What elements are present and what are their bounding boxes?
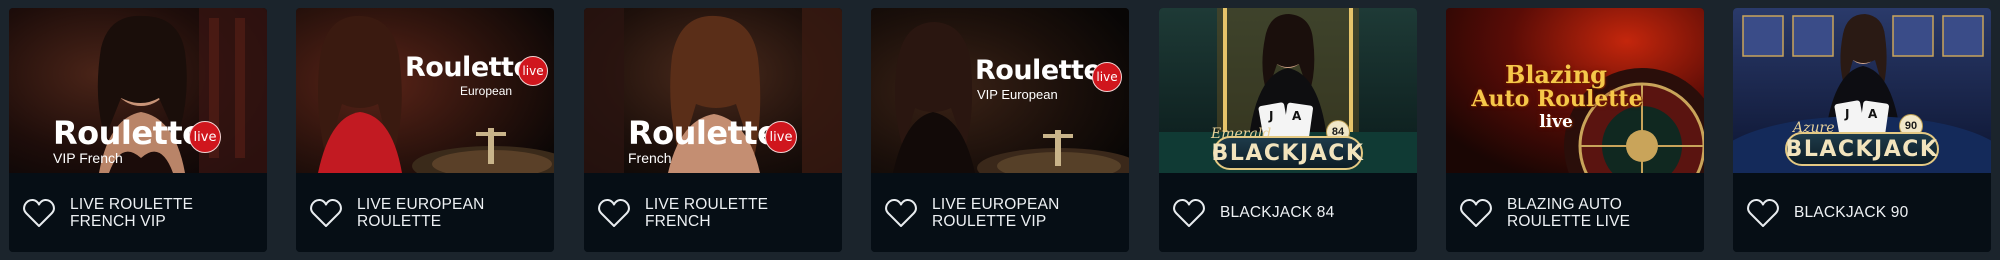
blackjack-logo-title: BLACKJACK [1785, 132, 1939, 166]
heart-outline-icon [885, 198, 917, 227]
card-footer: BLACKJACK 90 [1733, 173, 1991, 252]
favorite-button[interactable] [1172, 197, 1206, 229]
roulette-logo-title: Roulette [405, 52, 532, 83]
game-title[interactable]: LIVE ROULETTE FRENCH [645, 173, 833, 252]
game-title[interactable]: LIVE ROULETTE FRENCH VIP [70, 173, 258, 252]
card-footer: BLAZING AUTO ROULETTE LIVE [1446, 173, 1704, 252]
game-thumbnail[interactable]: Roulette live European [296, 8, 554, 173]
roulette-logo-title: Roulette [975, 55, 1102, 86]
live-badge: live [1092, 62, 1122, 92]
blackjack-logo-title: BLACKJACK [1212, 136, 1363, 170]
favorite-button[interactable] [22, 197, 56, 229]
heart-outline-icon [1747, 198, 1779, 227]
card-footer: LIVE ROULETTE FRENCH [584, 173, 842, 252]
svg-text:A: A [1868, 107, 1878, 121]
favorite-button[interactable] [309, 197, 343, 229]
game-thumbnail[interactable]: J A Emerald 84 BLACKJACK [1159, 8, 1417, 173]
game-title[interactable]: BLACKJACK 84 [1220, 173, 1408, 252]
game-title[interactable]: LIVE EUROPEAN ROULETTE VIP [932, 173, 1120, 252]
heart-outline-icon [1460, 198, 1492, 227]
game-thumbnail[interactable]: Roulette live VIP French [9, 8, 267, 173]
favorite-button[interactable] [884, 197, 918, 229]
game-thumbnail[interactable]: Roulette live French [584, 8, 842, 173]
game-thumbnail[interactable]: Blazing Auto Roulette live [1446, 8, 1704, 173]
card-footer: BLACKJACK 84 [1159, 173, 1417, 252]
roulette-logo-subtitle: European [460, 84, 513, 98]
roulette-logo-subtitle: VIP French [53, 150, 123, 166]
card-footer: LIVE ROULETTE FRENCH VIP [9, 173, 267, 252]
heart-outline-icon [1173, 198, 1205, 227]
roulette-logo-title: Roulette [53, 114, 204, 152]
card-footer: LIVE EUROPEAN ROULETTE [296, 173, 554, 252]
live-badge: live [765, 121, 797, 153]
game-card[interactable]: Roulette live VIP European LIVE EUROPEAN… [871, 8, 1129, 252]
game-title[interactable]: LIVE EUROPEAN ROULETTE [357, 173, 545, 252]
game-card[interactable]: J A Emerald 84 BLACKJACK BLACKJACK 84 [1159, 8, 1417, 252]
favorite-button[interactable] [597, 197, 631, 229]
game-card[interactable]: Blazing Auto Roulette live BLAZING AUTO … [1446, 8, 1704, 252]
svg-text:A: A [1292, 109, 1302, 123]
favorite-button[interactable] [1459, 197, 1493, 229]
game-title[interactable]: BLAZING AUTO ROULETTE LIVE [1507, 173, 1695, 252]
blazing-logo-line3: live [1539, 112, 1573, 132]
card-footer: LIVE EUROPEAN ROULETTE VIP [871, 173, 1129, 252]
heart-outline-icon [598, 198, 630, 227]
blazing-logo-line1: Blazing [1505, 60, 1607, 89]
blazing-logo-line2: Auto Roulette [1471, 86, 1643, 112]
thumbnail-art [296, 8, 554, 173]
game-title[interactable]: BLACKJACK 90 [1794, 173, 1982, 252]
svg-text:J: J [1844, 107, 1849, 121]
game-card[interactable]: Roulette live VIP French LIVE ROULETTE F… [9, 8, 267, 252]
game-card[interactable]: Roulette live French LIVE ROULETTE FRENC… [584, 8, 842, 252]
game-grid: Roulette live VIP French LIVE ROULETTE F… [9, 8, 1999, 252]
live-badge: live [518, 56, 548, 86]
favorite-button[interactable] [1746, 197, 1780, 229]
roulette-logo-subtitle: VIP European [977, 87, 1058, 102]
heart-outline-icon [310, 198, 342, 227]
live-badge: live [189, 121, 221, 153]
roulette-logo-title: Roulette [628, 114, 779, 152]
game-card[interactable]: Roulette live European LIVE EUROPEAN ROU… [296, 8, 554, 252]
game-thumbnail[interactable]: Roulette live VIP European [871, 8, 1129, 173]
game-card[interactable]: J A Azure 90 BLACKJACK BLACKJACK 90 [1733, 8, 1991, 252]
svg-text:J: J [1268, 109, 1273, 123]
roulette-logo-subtitle: French [628, 150, 672, 166]
heart-outline-icon [23, 198, 55, 227]
game-thumbnail[interactable]: J A Azure 90 BLACKJACK [1733, 8, 1991, 173]
